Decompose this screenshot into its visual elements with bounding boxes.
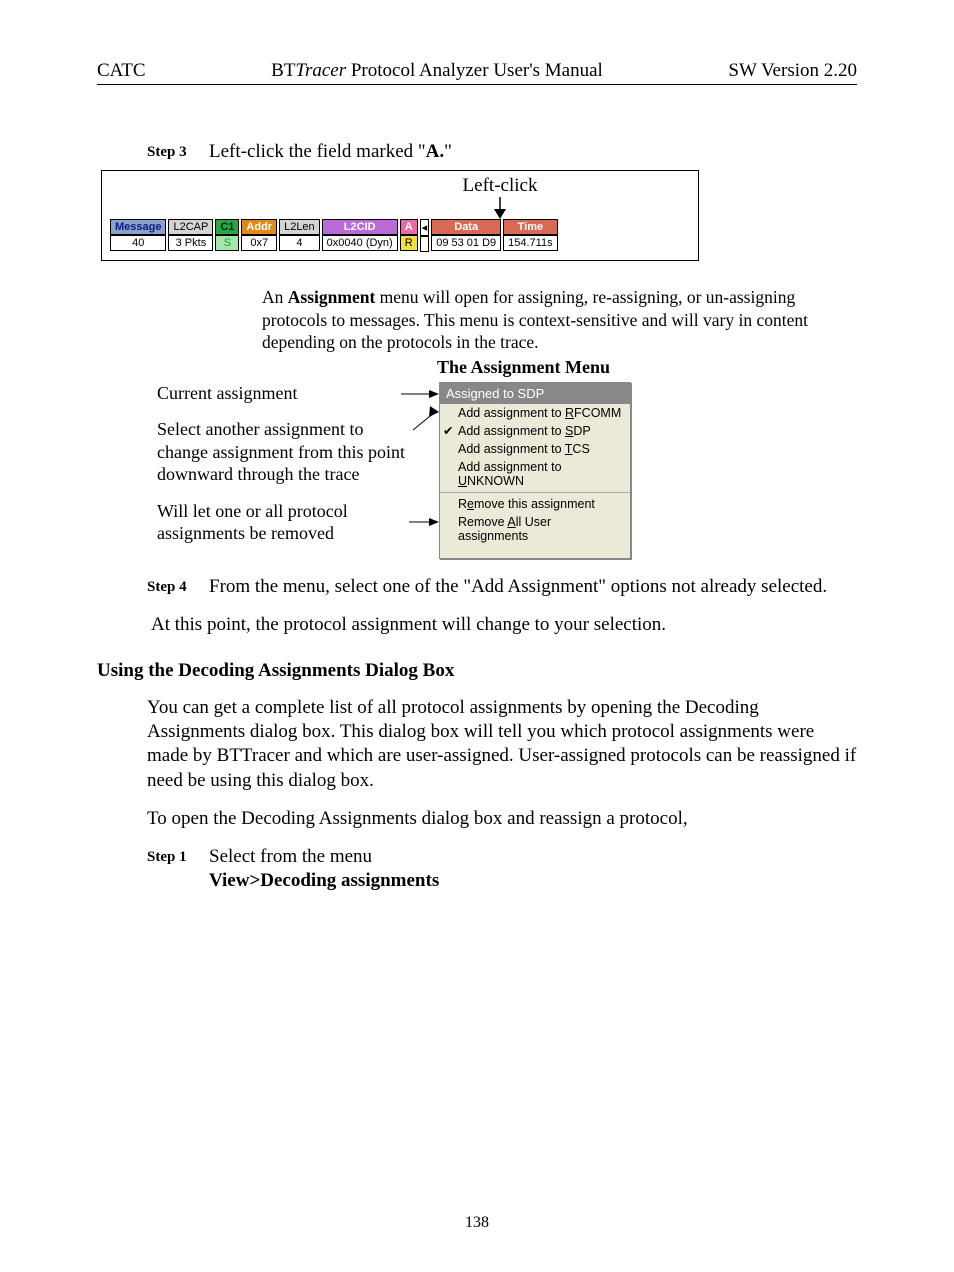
menu-titlebar: Assigned to SDP [440,383,630,404]
trace-col: L2CID0x0040 (Dyn) [322,219,398,252]
trace-col: Addr0x7 [241,219,277,252]
header-left: CATC [97,60,146,82]
callout-arrows-icon [407,382,439,559]
menu-item[interactable]: Remove this assignment [440,495,630,513]
context-menu[interactable]: Assigned to SDP Add assignment to RFCOMM… [439,382,631,559]
page-header: CATC BTTracer Protocol Analyzer User's M… [97,60,857,85]
trace-col: AR [400,219,418,252]
step-label: Step 3 [147,140,195,164]
figure-assignment-menu: Current assignment Select another assign… [157,382,857,559]
trace-col: L2CAP3 Pkts [168,219,213,252]
menu-item[interactable]: Add assignment to RFCOMM [440,404,630,422]
header-center: BTTracer Protocol Analyzer User's Manual [271,60,603,82]
menu-item[interactable]: Add assignment to TCS [440,440,630,458]
assignment-menu-title: The Assignment Menu [437,357,857,378]
menu-item[interactable]: Add assignment to UNKNOWN [440,458,630,490]
step-1: Step 1 Select from the menu View>Decodin… [147,845,857,894]
arrow-down-icon [310,197,690,219]
trace-col: C1S [215,219,239,252]
trace-col: ◂ [420,219,430,252]
annotation-column: Current assignment Select another assign… [157,382,407,559]
step-text: From the menu, select one of the "Add As… [209,575,827,599]
header-right: SW Version 2.20 [728,60,857,82]
step-text: Select from the menu View>Decoding assig… [209,845,439,894]
paragraph-assignment: An Assignment menu will open for assigni… [262,286,857,353]
step-4: Step 4 From the menu, select one of the … [147,575,857,599]
paragraph-dialog: You can get a complete list of all proto… [147,696,857,793]
trace-col: Time154.711s [503,219,557,252]
trace-col: Message40 [110,219,166,252]
step-text: Left-click the field marked "A." [209,140,452,164]
figure-leftclick: Left-click Message40L2CAP3 PktsC1SAddr0x… [101,170,699,261]
trace-table: Message40L2CAP3 PktsC1SAddr0x7L2Len4L2CI… [110,219,690,252]
annotation-select: Select another assignment to change assi… [157,418,407,486]
annotation-current: Current assignment [157,382,407,405]
menu-item[interactable]: ✔Add assignment to SDP [440,422,630,440]
paragraph-atpoint: At this point, the protocol assignment w… [151,613,857,637]
leftclick-label: Left-click [310,175,690,197]
step-3: Step 3 Left-click the field marked "A." [147,140,857,164]
section-heading: Using the Decoding Assignments Dialog Bo… [97,660,857,682]
trace-col: Data09 53 01 D9 [431,219,501,252]
step-label: Step 1 [147,845,195,894]
menu-separator [440,492,630,493]
step-label: Step 4 [147,575,195,599]
annotation-remove: Will let one or all protocol assignments… [157,500,407,545]
trace-col: L2Len4 [279,219,320,252]
paragraph-toopen: To open the Decoding Assignments dialog … [147,807,857,831]
page-number: 138 [97,1214,857,1232]
menu-item[interactable]: Remove All User assignments [440,513,630,545]
